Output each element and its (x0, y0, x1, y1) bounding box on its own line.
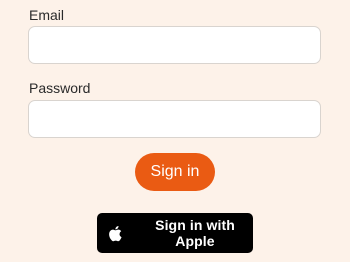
email-input[interactable] (28, 26, 321, 64)
apple-logo-icon (108, 225, 122, 242)
sign-in-with-apple-button[interactable]: Sign in with Apple (97, 213, 253, 253)
sign-in-label: Sign in (150, 163, 200, 180)
sign-in-with-apple-label: Sign in with Apple (155, 217, 235, 249)
password-input[interactable] (28, 100, 321, 138)
sign-in-button[interactable]: Sign in (135, 153, 215, 191)
password-label: Password (29, 80, 91, 96)
email-label: Email (29, 7, 65, 23)
